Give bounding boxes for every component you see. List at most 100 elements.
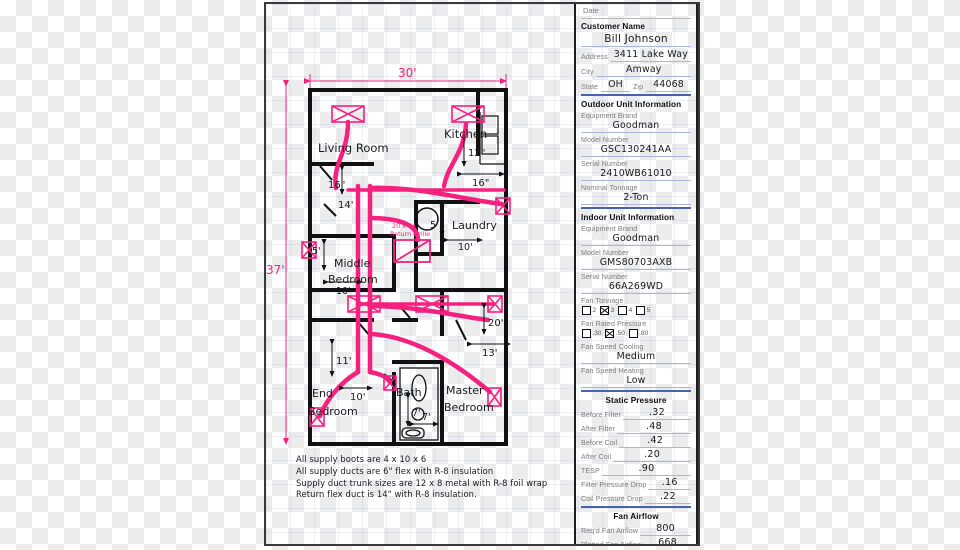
dim-master-v: 20' [488, 318, 503, 329]
fan-airflow-value-1: 668 [644, 537, 691, 544]
divider-outdoor [581, 94, 691, 96]
outdoor-tonnage-label: Nominal Tonnage [581, 184, 638, 192]
fan-airflow-row[interactable]: Plotted Fan Airflow 668 [581, 537, 691, 544]
fan-rated-pressure-option-80-label: .80 [639, 330, 649, 337]
fan-speed-heating-label: Fan Speed Heating [581, 367, 644, 375]
static-pressure-row[interactable]: Before Filter .32 [581, 407, 691, 420]
customer-name-field[interactable]: Bill Johnson [581, 33, 691, 47]
room-label-middle-bedroom-1: Middle [334, 257, 371, 270]
room-label-kitchen: Kitchen [444, 127, 487, 141]
fan-tonnage-options: 2 3 4 5 [581, 305, 691, 317]
fan-speed-heating-field[interactable]: Fan Speed Heating Low [581, 366, 691, 388]
fan-airflow-row[interactable]: Req'd Fan Airflow 800 [581, 523, 691, 536]
checkbox-icon[interactable] [618, 306, 628, 315]
static-pressure-label-1: After Filter [581, 425, 615, 433]
fan-tonnage-label: Fan Tonnage [581, 297, 624, 305]
static-pressure-value-0: .32 [622, 407, 691, 420]
fan-tonnage-option-3[interactable]: 3 [600, 306, 614, 315]
plan-notes: All supply boots are 4 x 10 x 6 All supp… [296, 454, 572, 501]
dim-overall-width: 30' [398, 66, 417, 80]
state-value: OH [601, 79, 630, 92]
indoor-serial-label: Serial Number [581, 273, 628, 281]
outdoor-model-field[interactable]: Model Number GSC130241AA [581, 135, 691, 157]
indoor-brand-value: Goodman [581, 233, 691, 246]
room-label-laundry: Laundry [452, 219, 497, 232]
state-zip-field[interactable]: State OH Zip 44068 [581, 79, 691, 92]
fan-tonnage-option-2[interactable]: 2 [582, 306, 596, 315]
fan-speed-cooling-label: Fan Speed Cooling [581, 343, 644, 351]
room-label-end-bedroom-1: End [312, 387, 333, 400]
fan-rated-pressure-option-50-label: .50 [615, 330, 625, 337]
outdoor-unit-heading: Outdoor Unit Information [581, 100, 682, 109]
fan-tonnage-option-5[interactable]: 5 [636, 306, 650, 315]
checkbox-icon[interactable] [628, 329, 638, 338]
fan-rated-pressure-option-30-label: .30 [592, 330, 602, 337]
checkbox-checked-icon[interactable] [605, 329, 615, 338]
address-field[interactable]: Address 3411 Lake Way [581, 49, 691, 62]
plan-note-1: All supply ducts are 6" flex with R-8 in… [296, 465, 494, 476]
fan-airflow-label-1: Plotted Fan Airflow [581, 541, 642, 544]
indoor-serial-field[interactable]: Serial Number 66A269WD [581, 272, 691, 294]
fan-tonnage-option-5-label: 5 [646, 307, 651, 314]
checkbox-icon[interactable] [582, 329, 591, 338]
static-pressure-row[interactable]: Filter Pressure Drop .16 [581, 477, 691, 490]
static-pressure-value-5: .16 [648, 477, 691, 490]
static-pressure-label-3: After Coil [581, 453, 612, 461]
room-label-living-room: Living Room [318, 141, 389, 155]
return-grille-size: 20 x 14 [392, 222, 416, 230]
dim-bath-v: 7' [412, 408, 421, 419]
outdoor-brand-label: Equipment Brand [581, 112, 638, 120]
outdoor-brand-field[interactable]: Equipment Brand Goodman [581, 111, 691, 133]
fan-rated-pressure-option-30[interactable]: .30 [582, 329, 601, 338]
fan-tonnage-option-3-label: 3 [610, 307, 615, 314]
outdoor-tonnage-value: 2-Ton [581, 192, 691, 205]
fan-tonnage-option-4[interactable]: 4 [618, 306, 632, 315]
hvac-report-form: Date Customer Name Bill Johnson Address … [574, 4, 698, 544]
outdoor-serial-field[interactable]: Serial Number 2410WB61010 [581, 159, 691, 181]
static-pressure-value-6: .22 [644, 491, 691, 504]
date-field[interactable]: Date [581, 4, 691, 19]
checkbox-icon[interactable] [636, 306, 646, 315]
dim-laundry-v: 5' [430, 220, 439, 231]
indoor-brand-field[interactable]: Equipment Brand Goodman [581, 224, 691, 246]
city-field[interactable]: City Amway [581, 64, 691, 77]
dim-end-v: 11' [336, 356, 351, 367]
room-label-master-bedroom-2: Bedroom [444, 401, 494, 414]
static-pressure-row[interactable]: Coil Pressure Drop .22 [581, 491, 691, 504]
dim-middle-h: 10' [336, 286, 351, 297]
indoor-unit-heading: Indoor Unit Information [581, 213, 675, 222]
room-label-bath: Bath [396, 386, 422, 399]
indoor-model-field[interactable]: Model Number GMS80703AXB [581, 248, 691, 270]
indoor-model-label: Model Number [581, 249, 629, 257]
dim-middle-v: 5' [312, 246, 321, 257]
divider-static-pressure [581, 390, 691, 392]
outdoor-tonnage-field[interactable]: Nominal Tonnage 2-Ton [581, 183, 691, 205]
fan-speed-heating-value: Low [581, 375, 691, 388]
fan-speed-cooling-value: Medium [581, 351, 691, 364]
indoor-brand-label: Equipment Brand [581, 225, 638, 233]
static-pressure-row[interactable]: TESP .90 [581, 463, 691, 476]
customer-name-heading: Customer Name [581, 22, 646, 31]
static-pressure-row[interactable]: After Filter .48 [581, 421, 691, 434]
static-pressure-label-2: Before Coil [581, 439, 618, 447]
room-label-master-bedroom-1: Master [446, 384, 484, 397]
dim-master-h: 13' [482, 348, 497, 359]
checkbox-icon[interactable] [582, 306, 591, 315]
zip-value: 44068 [646, 79, 691, 92]
room-label-end-bedroom-2: Bedroom [308, 405, 358, 418]
static-pressure-label-4: TESP [581, 467, 600, 475]
static-pressure-row[interactable]: After Coil .20 [581, 449, 691, 462]
fan-rated-pressure-option-80[interactable]: .80 [628, 329, 649, 338]
static-pressure-heading: Static Pressure [605, 396, 667, 405]
checkbox-checked-icon[interactable] [600, 306, 610, 315]
static-pressure-value-1: .48 [616, 421, 691, 434]
fan-speed-cooling-field[interactable]: Fan Speed Cooling Medium [581, 342, 691, 364]
fan-tonnage-option-2-label: 2 [592, 307, 597, 314]
fan-rated-pressure-option-50[interactable]: .50 [605, 329, 625, 338]
static-pressure-row[interactable]: Before Coil .42 [581, 435, 691, 448]
dim-end-h: 10' [350, 392, 365, 403]
outdoor-serial-value: 2410WB61010 [581, 168, 691, 181]
divider-fan-airflow [581, 506, 691, 508]
static-pressure-label-5: Filter Pressure Drop [581, 481, 647, 489]
floor-plan: Living Room Kitchen Laundry Middle Bedro… [266, 4, 572, 544]
